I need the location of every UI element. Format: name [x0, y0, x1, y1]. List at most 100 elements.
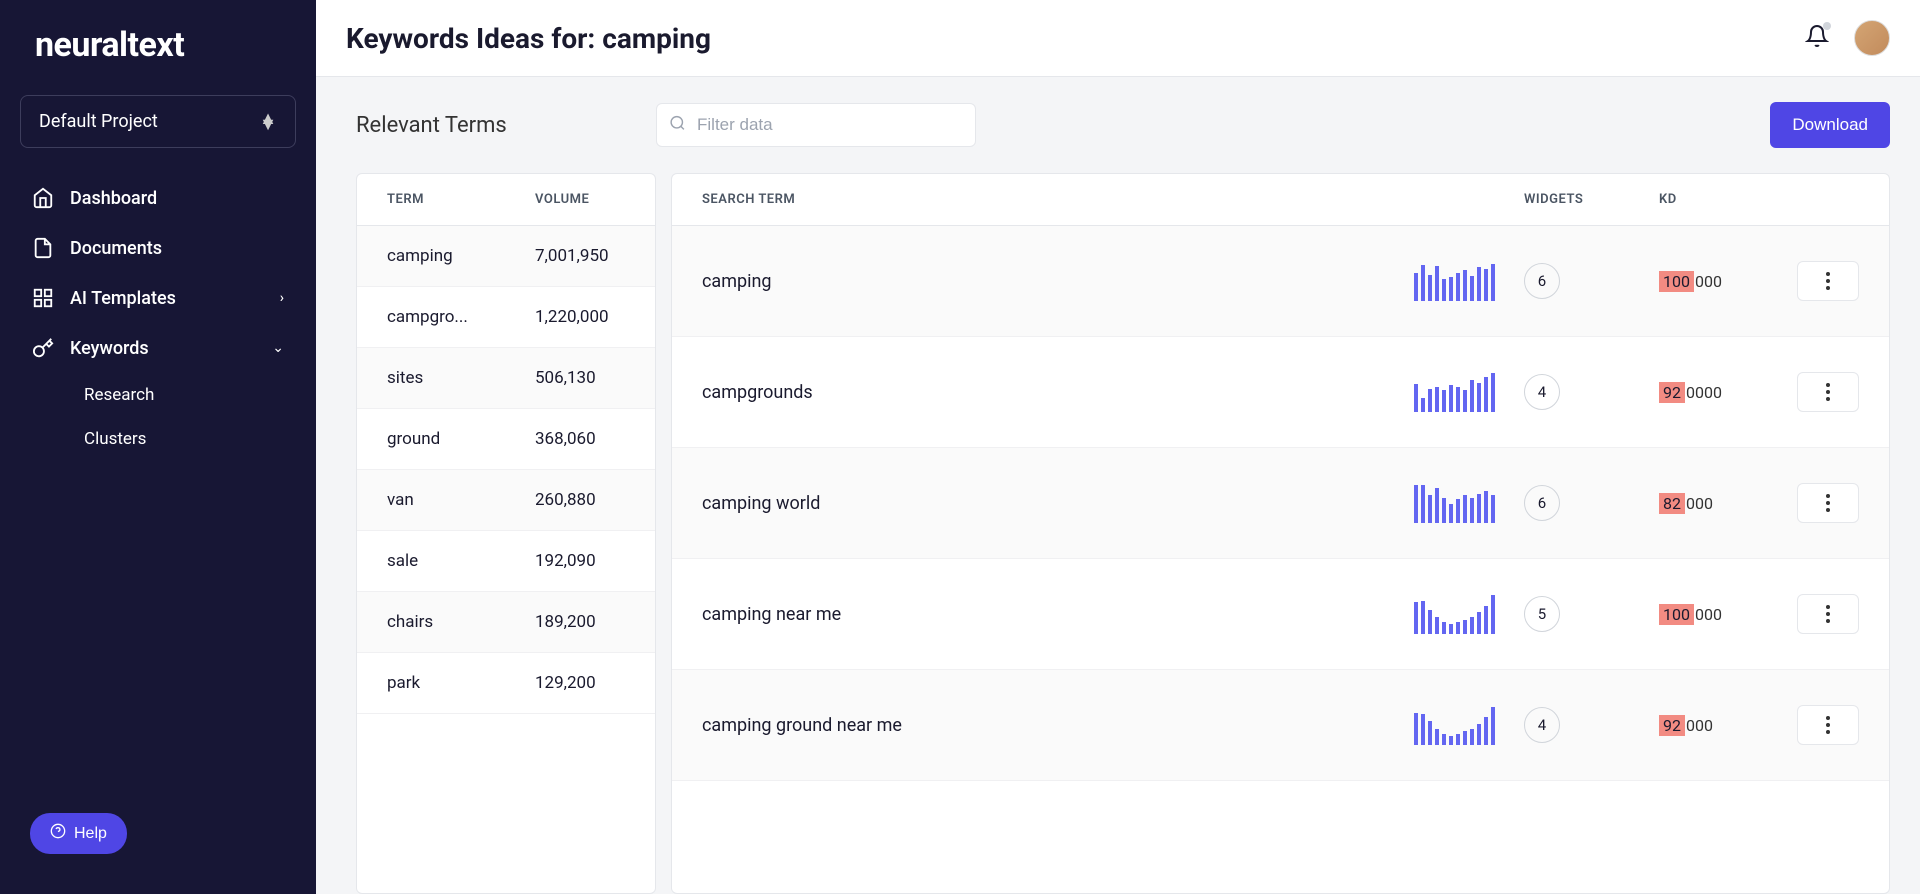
sidebar-item-clusters[interactable]: Clusters: [70, 417, 306, 461]
kd-cell: 920000: [1659, 382, 1789, 403]
widget-count: 6: [1524, 263, 1560, 299]
row-menu-button[interactable]: [1797, 705, 1859, 745]
row-menu-button[interactable]: [1797, 372, 1859, 412]
sidebar-item-documents[interactable]: Documents: [10, 223, 306, 273]
sidebar-item-dashboard[interactable]: Dashboard: [10, 173, 306, 223]
sidebar-item-research[interactable]: Research: [70, 373, 306, 417]
sparkline-icon: [1414, 483, 1524, 523]
table-row[interactable]: camping 6 100000: [672, 226, 1889, 337]
table-row[interactable]: campgro...1,220,000: [357, 287, 655, 348]
table-row[interactable]: camping ground near me 4 92000: [672, 670, 1889, 781]
table-row[interactable]: camping near me 5100000: [672, 559, 1889, 670]
help-icon: [50, 823, 66, 844]
sparkline-icon: [1414, 594, 1524, 634]
help-button[interactable]: Help: [30, 813, 127, 854]
main-nav: Dashboard Documents AI Templates › Keyw: [0, 173, 316, 461]
table-row[interactable]: park129,200: [357, 653, 655, 714]
project-name: Default Project: [39, 111, 158, 132]
search-term-cell: camping ground near me: [702, 715, 1414, 736]
relevant-terms-heading: Relevant Terms: [356, 113, 636, 138]
term-cell: campgro...: [387, 307, 535, 327]
table-header: SEARCH TERM WIDGETS KD: [672, 174, 1889, 226]
table-row[interactable]: van260,880: [357, 470, 655, 531]
widget-count: 6: [1524, 485, 1560, 521]
table-row[interactable]: ground368,060: [357, 409, 655, 470]
widgets-cell: 6: [1524, 263, 1659, 299]
kd-badge: 92: [1659, 715, 1685, 736]
brand-logo: neuraltext: [0, 25, 316, 95]
term-cell: ground: [387, 429, 535, 449]
header-actions: [1805, 20, 1890, 56]
volume-cell: 129,200: [535, 673, 625, 693]
main-content: Keywords Ideas for: camping Relevant Ter…: [316, 0, 1920, 894]
term-cell: park: [387, 673, 535, 693]
col-volume: VOLUME: [535, 192, 625, 207]
widgets-cell: 5: [1524, 596, 1659, 632]
volume-cell: 7,001,950: [535, 246, 625, 266]
filter-input[interactable]: [656, 103, 976, 147]
avatar[interactable]: [1854, 20, 1890, 56]
widgets-cell: 4: [1524, 707, 1659, 743]
bell-icon: [1805, 33, 1829, 52]
col-kd[interactable]: KD: [1659, 192, 1789, 207]
volume-cell: 1,220,000: [535, 307, 625, 327]
trend-cell: [1414, 372, 1524, 412]
widget-count: 4: [1524, 374, 1560, 410]
toolbar: Relevant Terms Download: [316, 102, 1920, 148]
term-cell: camping: [387, 246, 535, 266]
volume-cell: 368,060: [535, 429, 625, 449]
widget-count: 4: [1524, 707, 1560, 743]
kd-badge: 82: [1659, 493, 1685, 514]
kd-suffix: 000: [1695, 605, 1722, 624]
col-search-term[interactable]: SEARCH TERM: [702, 192, 1524, 207]
search-terms-table: SEARCH TERM WIDGETS KD camping6100000cam…: [671, 173, 1890, 894]
table-row[interactable]: chairs189,200: [357, 592, 655, 653]
page-header: Keywords Ideas for: camping: [316, 0, 1920, 77]
table-header: TERM VOLUME: [357, 174, 655, 226]
kd-cell: 100000: [1659, 271, 1789, 292]
widgets-cell: 4: [1524, 374, 1659, 410]
nav-label: Dashboard: [70, 188, 157, 209]
keywords-submenu: Research Clusters: [10, 373, 306, 461]
kd-suffix: 0000: [1686, 383, 1722, 402]
col-widgets[interactable]: WIDGETS: [1524, 192, 1659, 207]
kd-badge: 100: [1659, 271, 1694, 292]
sidebar-item-ai-templates[interactable]: AI Templates ›: [10, 273, 306, 323]
row-menu-button[interactable]: [1797, 261, 1859, 301]
download-button[interactable]: Download: [1770, 102, 1890, 148]
kd-suffix: 000: [1686, 494, 1713, 513]
table-row[interactable]: campgrounds4920000: [672, 337, 1889, 448]
kd-cell: 100000: [1659, 604, 1789, 625]
project-selector[interactable]: Default Project ▲▼: [20, 95, 296, 148]
table-row[interactable]: camping world682000: [672, 448, 1889, 559]
nav-label: AI Templates: [70, 288, 176, 309]
row-menu-button[interactable]: [1797, 594, 1859, 634]
content-area: Relevant Terms Download TERM VOLUME cam: [316, 77, 1920, 894]
search-term-cell: camping near me: [702, 604, 1414, 625]
grid-icon: [32, 287, 54, 309]
col-actions: [1789, 192, 1859, 207]
table-row[interactable]: camping7,001,950: [357, 226, 655, 287]
relevant-terms-table: TERM VOLUME camping7,001,950campgro...1,…: [356, 173, 656, 894]
kd-suffix: 000: [1686, 716, 1713, 735]
sidebar-item-keywords[interactable]: Keywords ⌄: [10, 323, 306, 373]
search-term-cell: camping: [702, 271, 1414, 292]
table-row[interactable]: sites506,130: [357, 348, 655, 409]
kd-badge: 92: [1659, 382, 1685, 403]
key-icon: [32, 337, 54, 359]
help-label: Help: [74, 825, 107, 843]
term-cell: chairs: [387, 612, 535, 632]
chevron-up-down-icon: ▲▼: [259, 116, 277, 128]
table-row[interactable]: sale192,090: [357, 531, 655, 592]
volume-cell: 506,130: [535, 368, 625, 388]
filter-wrap: [656, 103, 976, 147]
kd-suffix: 000: [1695, 272, 1722, 291]
kd-badge: 100: [1659, 604, 1694, 625]
trend-cell: [1414, 483, 1524, 523]
nav-label: Keywords: [70, 338, 149, 359]
trend-cell: [1414, 705, 1524, 745]
page-title: Keywords Ideas for: camping: [346, 22, 711, 55]
row-menu-button[interactable]: [1797, 483, 1859, 523]
notifications-button[interactable]: [1805, 24, 1829, 52]
volume-cell: 192,090: [535, 551, 625, 571]
